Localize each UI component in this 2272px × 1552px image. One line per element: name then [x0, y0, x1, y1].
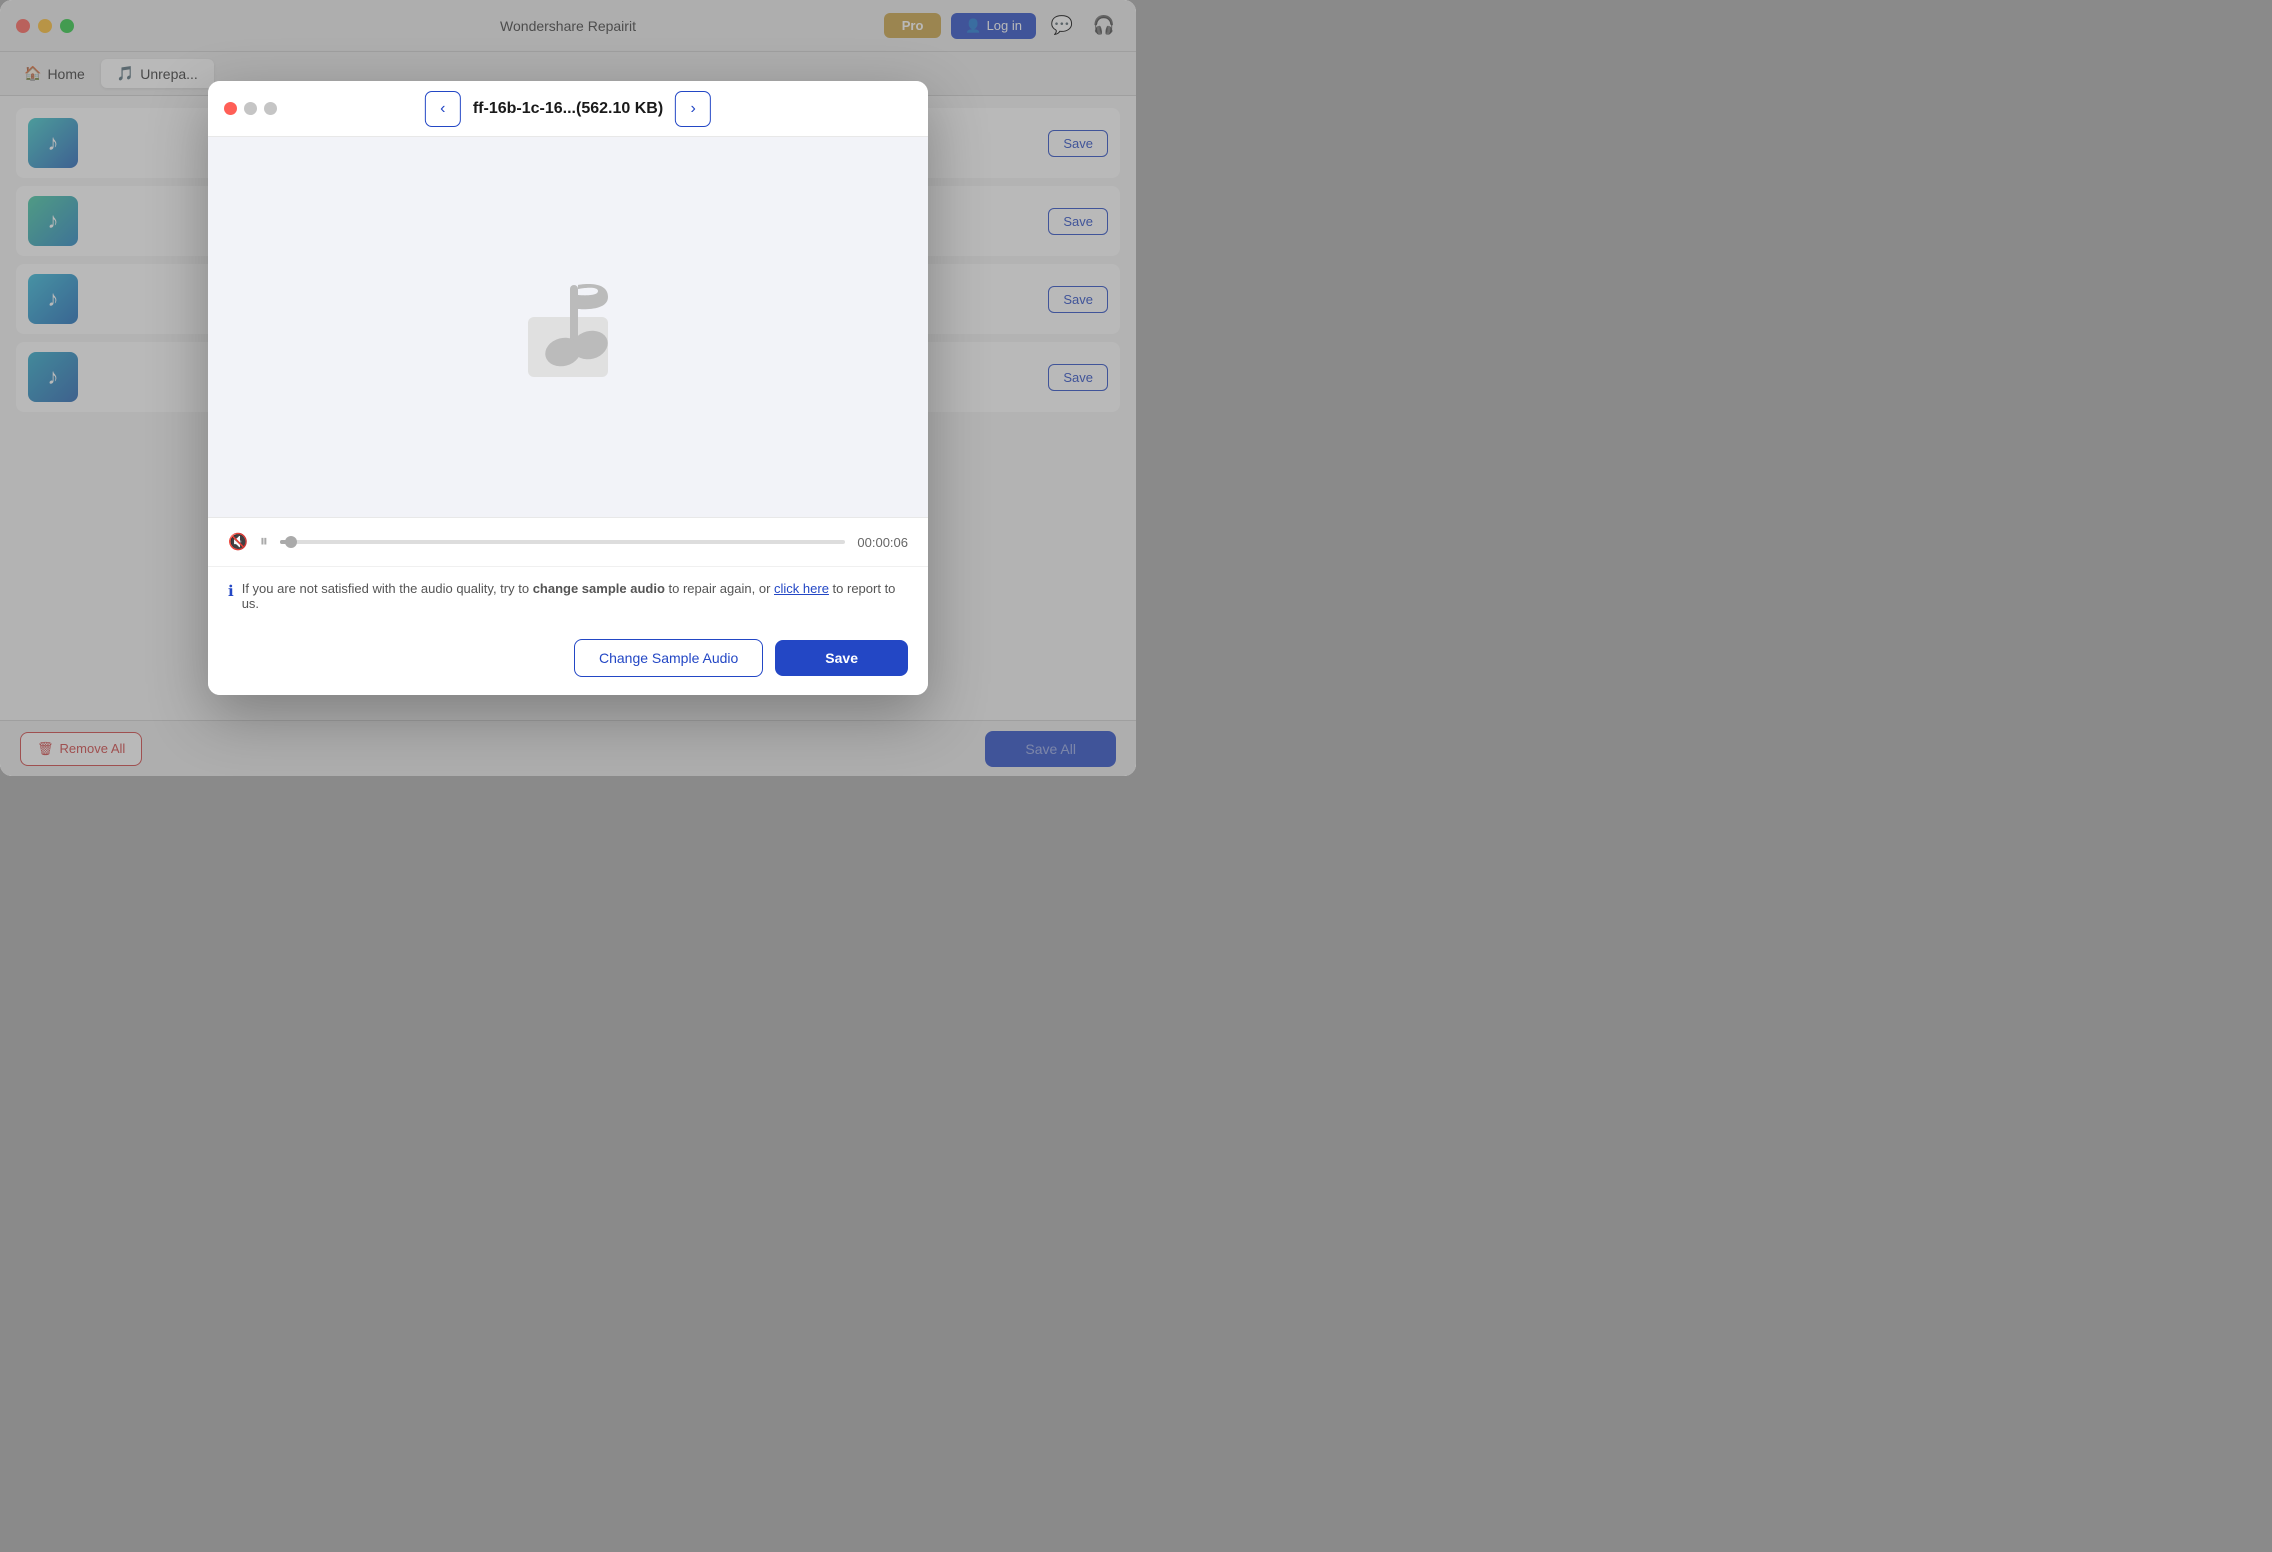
player-time: 00:00:06	[857, 535, 908, 550]
modal-traffic-lights	[224, 102, 277, 115]
click-here-link[interactable]: click here	[774, 581, 829, 596]
modal-buttons: Change Sample Audio Save	[208, 625, 928, 695]
info-bold: change sample audio	[533, 581, 665, 596]
modal-titlebar: ‹ ff-16b-1c-16...(562.10 KB) ›	[208, 81, 928, 137]
app-window: Wondershare Repairit Pro 👤 Log in 💬 🎧 🏠 …	[0, 0, 1136, 776]
modal-audio-content	[208, 137, 928, 517]
prev-button[interactable]: ‹	[425, 91, 461, 127]
modal-save-button[interactable]: Save	[775, 640, 908, 676]
modal-filename: ff-16b-1c-16...(562.10 KB)	[473, 100, 663, 118]
progress-bar[interactable]	[280, 540, 845, 544]
next-button[interactable]: ›	[675, 91, 711, 127]
pause-icon[interactable]: ⏸	[260, 533, 268, 551]
modal-maximize-button	[264, 102, 277, 115]
modal-nav: ‹ ff-16b-1c-16...(562.10 KB) ›	[425, 91, 711, 127]
progress-handle[interactable]	[285, 536, 297, 548]
chevron-left-icon: ‹	[440, 100, 445, 118]
audio-placeholder-icon	[498, 257, 638, 397]
modal-minimize-button	[244, 102, 257, 115]
audio-preview-modal: ‹ ff-16b-1c-16...(562.10 KB) ›	[208, 81, 928, 695]
change-sample-audio-button[interactable]: Change Sample Audio	[574, 639, 763, 677]
audio-player: 🔇 ⏸ 00:00:06	[208, 517, 928, 566]
chevron-right-icon: ›	[690, 100, 695, 118]
modal-close-button[interactable]	[224, 102, 237, 115]
modal-overlay: ‹ ff-16b-1c-16...(562.10 KB) ›	[0, 0, 1136, 776]
info-icon: ℹ	[228, 582, 234, 600]
modal-info-bar: ℹ If you are not satisfied with the audi…	[208, 566, 928, 625]
mute-icon[interactable]: 🔇	[228, 532, 248, 552]
info-text: If you are not satisfied with the audio …	[242, 581, 908, 611]
